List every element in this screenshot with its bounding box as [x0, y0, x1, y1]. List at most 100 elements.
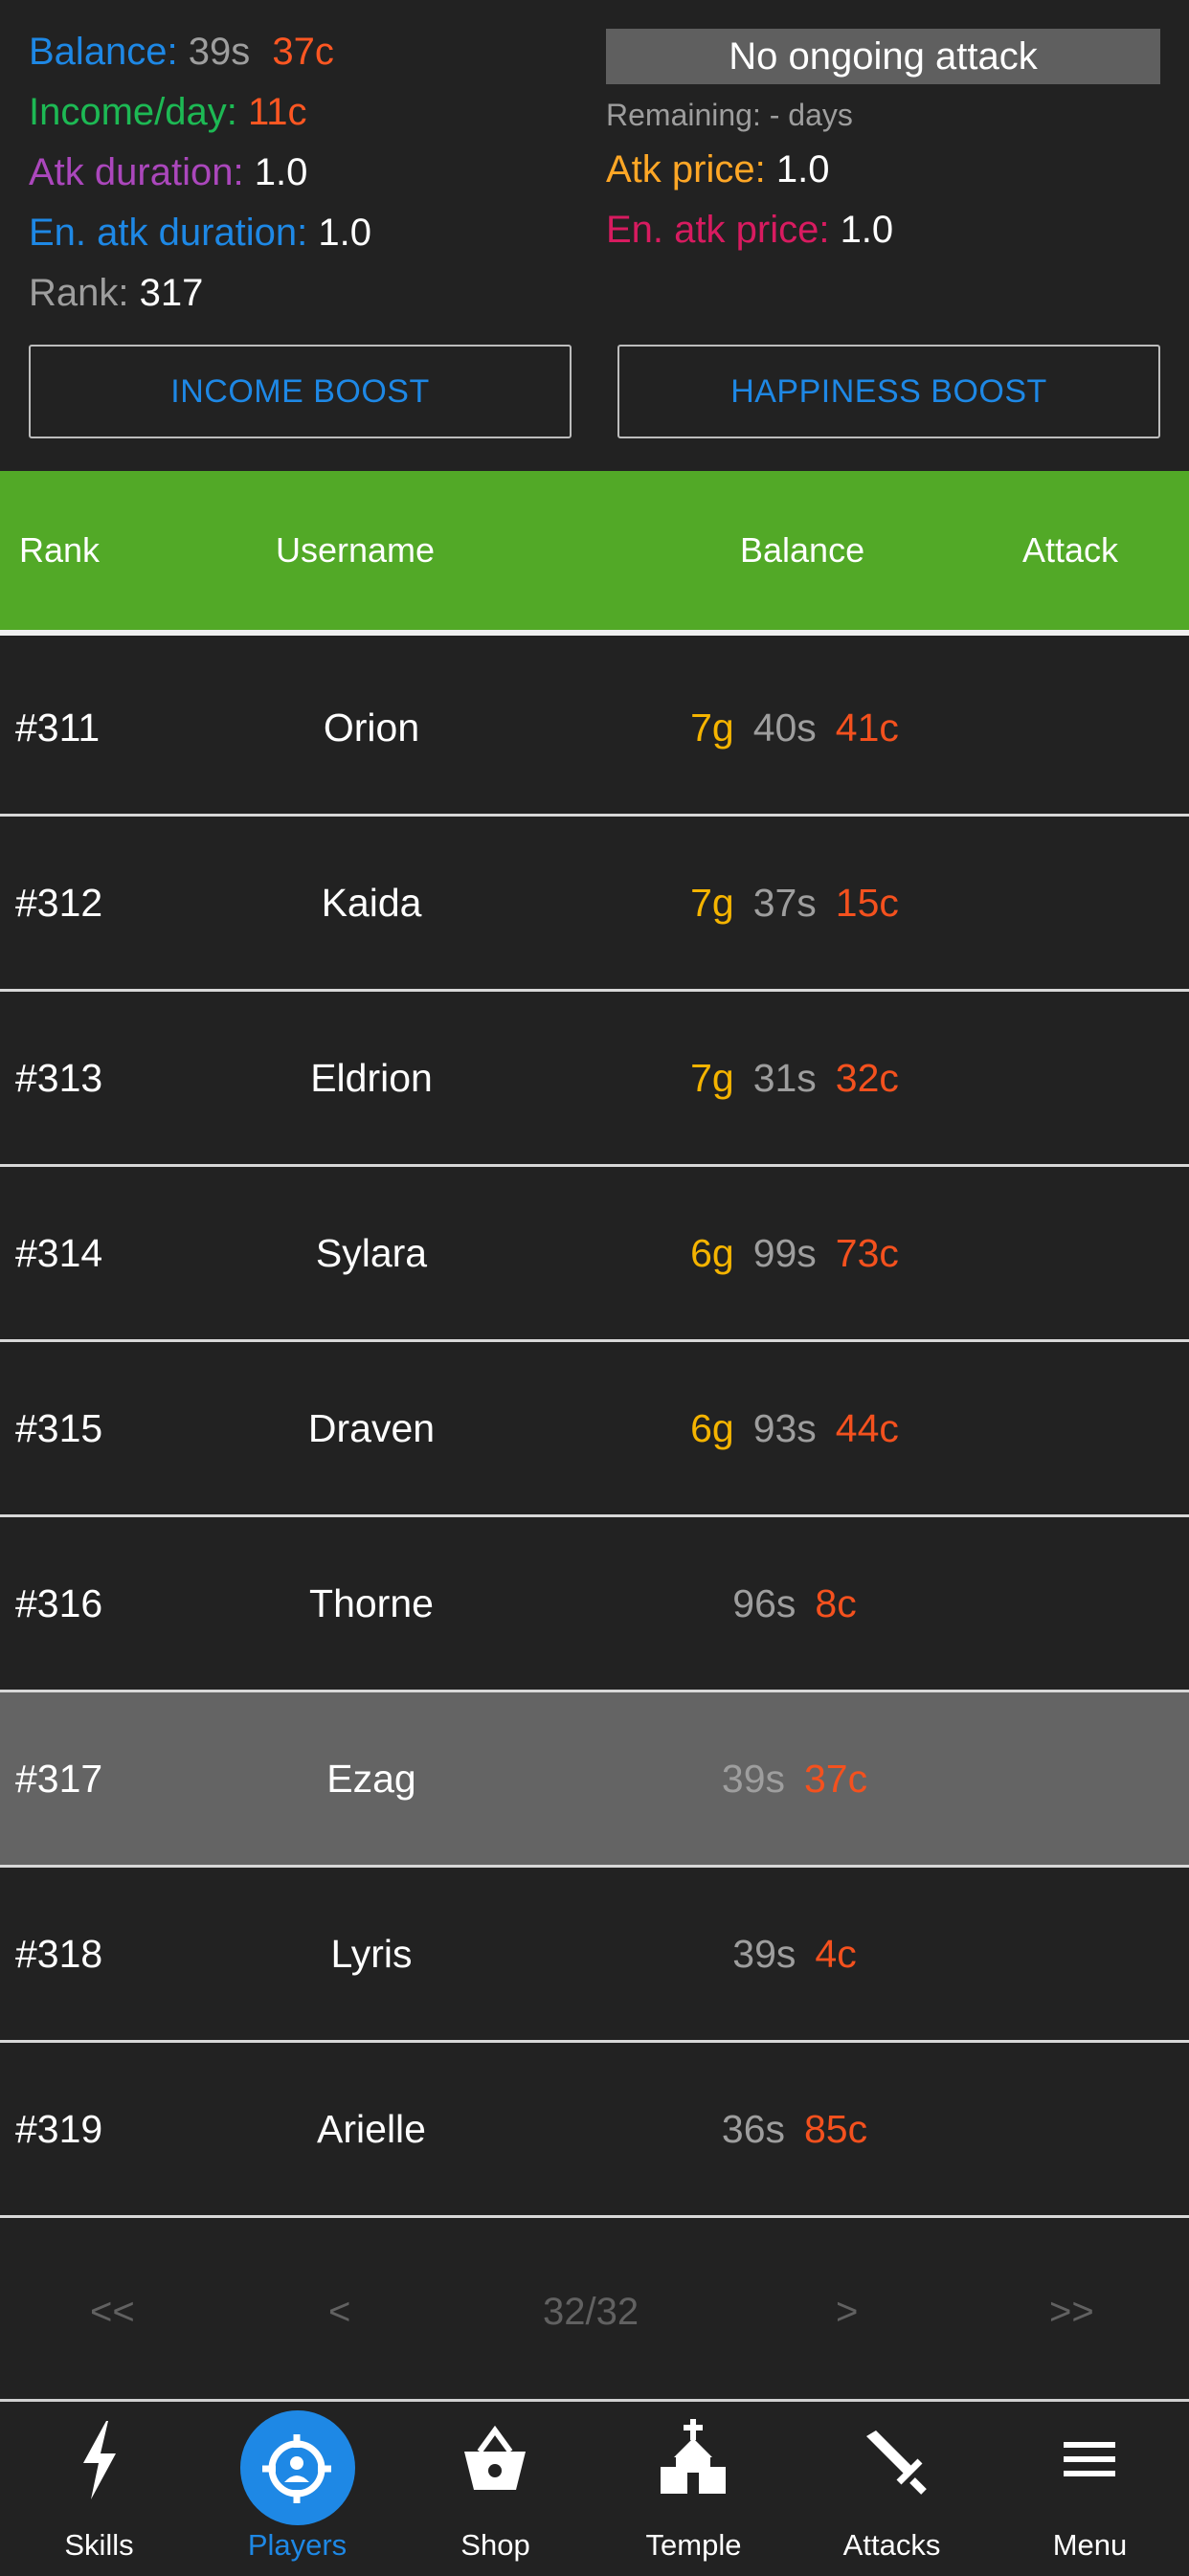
nav-skills[interactable]: Skills [0, 2402, 198, 2576]
atk-price-value: 1.0 [775, 148, 830, 190]
row-balance: 7g 31s 32c [555, 992, 1034, 1164]
atk-price-stat: Atk price: 1.0 [606, 146, 829, 192]
row-username: Ezag [326, 1757, 416, 1801]
nav-label: Shop [460, 2528, 530, 2562]
last-page-button[interactable]: >> [1049, 2278, 1094, 2345]
table-row[interactable]: #316 Thorne 96s 8c [0, 1517, 1189, 1692]
atk-duration-stat: Atk duration: 1.0 [29, 149, 307, 195]
row-silver: 31s [752, 1056, 817, 1100]
attack-status-banner: No ongoing attack [606, 29, 1160, 84]
row-rank: #311 [15, 706, 101, 750]
nav-players[interactable]: Players [198, 2402, 396, 2576]
table-row[interactable]: #318 Lyris 39s 4c [0, 1868, 1189, 2043]
row-gold: 6g [690, 1406, 734, 1450]
nav-label: Temple [645, 2528, 742, 2562]
row-gold: 6g [690, 1231, 734, 1275]
row-silver: 37s [752, 881, 817, 925]
row-balance: 96s 8c [555, 1517, 1034, 1690]
row-silver: 39s [732, 1932, 796, 1976]
row-rank: #314 [15, 1231, 103, 1275]
en-atk-duration-value: 1.0 [318, 212, 372, 254]
header-username: Username [276, 530, 436, 570]
row-silver: 36s [721, 2107, 785, 2151]
church-icon [661, 2419, 726, 2494]
row-balance: 7g 37s 15c [555, 817, 1034, 989]
nav-temple[interactable]: Temple [594, 2402, 793, 2576]
row-balance: 7g 40s 41c [555, 641, 1034, 814]
row-silver: 40s [752, 706, 817, 750]
row-copper: 44c [835, 1406, 899, 1450]
attack-remaining: Remaining: - days [606, 98, 853, 132]
en-atk-price-value: 1.0 [840, 209, 894, 251]
nav-label: Attacks [842, 2528, 941, 2562]
row-silver: 99s [752, 1231, 817, 1275]
row-gold: 7g [690, 881, 734, 925]
balance-label: Balance: [29, 31, 178, 73]
table-row[interactable]: #312 Kaida 7g 37s 15c [0, 817, 1189, 992]
row-username: Eldrion [310, 1056, 433, 1100]
table-row[interactable]: #314 Sylara 6g 99s 73c [0, 1167, 1189, 1342]
row-copper: 73c [835, 1231, 899, 1275]
basket-icon [464, 2425, 526, 2490]
row-balance: 39s 4c [555, 1868, 1034, 2040]
crosshair-person-icon [262, 2434, 331, 2503]
table-row[interactable]: #315 Draven 6g 93s 44c [0, 1342, 1189, 1517]
happiness-boost-button[interactable]: HAPPINESS BOOST [617, 345, 1160, 438]
lightning-icon [83, 2421, 116, 2499]
atk-duration-label: Atk duration: [29, 151, 244, 193]
row-username: Thorne [309, 1581, 434, 1625]
row-rank: #317 [15, 1757, 103, 1801]
row-silver: 93s [752, 1406, 817, 1450]
income-label: Income/day: [29, 91, 237, 133]
table-row[interactable]: #319 Arielle 36s 85c [0, 2043, 1189, 2218]
en-atk-price-label: En. atk price: [606, 209, 830, 251]
header-rank: Rank [19, 530, 101, 570]
row-copper: 85c [804, 2107, 868, 2151]
rank-label: Rank: [29, 272, 129, 314]
row-copper: 4c [815, 1932, 857, 1976]
row-username: Lyris [330, 1932, 413, 1976]
leaderboard-header: Rank Username Balance Attack [0, 471, 1189, 636]
row-rank: #316 [15, 1581, 103, 1625]
atk-duration-value: 1.0 [254, 151, 308, 193]
row-username: Kaida [321, 881, 422, 925]
row-username: Sylara [315, 1231, 428, 1275]
income-boost-button[interactable]: INCOME BOOST [29, 345, 572, 438]
balance-copper: 37c [272, 31, 334, 73]
row-silver: 96s [732, 1581, 796, 1625]
income-value: 11c [248, 91, 307, 133]
en-atk-duration-stat: En. atk duration: 1.0 [29, 210, 371, 256]
row-rank: #319 [15, 2107, 103, 2151]
row-balance: 39s 37c [555, 1692, 1034, 1865]
nav-attacks[interactable]: Attacks [793, 2402, 991, 2576]
row-username: Arielle [317, 2107, 426, 2151]
balance-silver: 39s [188, 31, 251, 73]
rank-stat: Rank: 317 [29, 270, 203, 316]
table-row[interactable]: #313 Eldrion 7g 31s 32c [0, 992, 1189, 1167]
nav-menu[interactable]: Menu [991, 2402, 1189, 2576]
row-copper: 15c [835, 881, 899, 925]
first-page-button[interactable]: << [90, 2278, 135, 2345]
rank-value: 317 [139, 272, 204, 314]
row-balance: 6g 99s 73c [555, 1167, 1034, 1339]
page-indicator: 32/32 [543, 2291, 639, 2333]
income-stat: Income/day: 11c [29, 89, 307, 135]
row-balance: 6g 93s 44c [555, 1342, 1034, 1514]
next-page-button[interactable]: > [836, 2278, 858, 2345]
table-row-current-player[interactable]: #317 Ezag 39s 37c [0, 1692, 1189, 1868]
prev-page-button[interactable]: < [328, 2278, 350, 2345]
hamburger-menu-icon [1064, 2442, 1115, 2476]
table-row[interactable]: #311 Orion 7g 40s 41c [0, 641, 1189, 817]
nav-label: Menu [1052, 2528, 1128, 2562]
row-rank: #313 [15, 1056, 103, 1100]
row-gold: 7g [690, 1056, 734, 1100]
nav-shop[interactable]: Shop [396, 2402, 594, 2576]
row-copper: 41c [835, 706, 899, 750]
atk-price-label: Atk price: [606, 148, 766, 190]
row-rank: #312 [15, 881, 103, 925]
row-balance: 36s 85c [555, 2043, 1034, 2215]
row-rank: #318 [15, 1932, 103, 1976]
nav-label: Skills [64, 2528, 134, 2562]
en-atk-price-stat: En. atk price: 1.0 [606, 207, 893, 253]
en-atk-duration-label: En. atk duration: [29, 212, 308, 254]
